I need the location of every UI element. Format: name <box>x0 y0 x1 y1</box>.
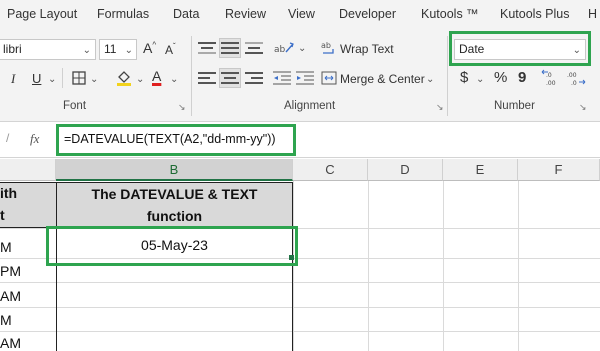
percent-button[interactable]: % <box>494 69 507 86</box>
align-left-icon[interactable] <box>198 70 216 86</box>
ribbon-tabs: Page Layout Formulas Data Review View De… <box>0 0 600 32</box>
header-cell-b1[interactable]: The DATEVALUE & TEXT function <box>56 182 293 228</box>
font-name-box[interactable]: libri ⌄ <box>0 39 96 60</box>
chevron-down-icon[interactable]: ⌄ <box>298 43 306 54</box>
grow-font-button[interactable]: A^ <box>143 40 156 56</box>
chevron-down-icon[interactable]: ⌄ <box>170 74 178 85</box>
divider <box>62 68 63 88</box>
dialog-launcher-icon[interactable]: ↘ <box>436 102 444 113</box>
cell-a4-fragment: AM <box>0 288 21 304</box>
chevron-down-icon[interactable]: ⌄ <box>48 74 56 85</box>
column-header-c[interactable]: C <box>293 159 368 181</box>
align-middle-icon[interactable] <box>219 38 241 58</box>
font-group-label: Font <box>63 100 87 112</box>
svg-text:.0: .0 <box>571 80 577 87</box>
tab-page-layout[interactable]: Page Layout <box>7 7 77 21</box>
tab-home[interactable]: H <box>588 7 597 21</box>
chevron-down-icon[interactable]: ⌄ <box>125 45 133 56</box>
result-highlight <box>46 226 298 266</box>
dialog-launcher-icon[interactable]: ↘ <box>178 102 186 113</box>
align-center-icon[interactable] <box>219 68 241 88</box>
wrap-text-icon[interactable]: ab <box>321 39 337 57</box>
divider <box>191 36 192 116</box>
chevron-down-icon[interactable]: ⌄ <box>426 74 434 85</box>
underline-button[interactable]: U <box>32 71 41 86</box>
chevron-down-icon[interactable]: ⌄ <box>90 74 98 85</box>
alignment-group-label: Alignment <box>284 100 336 112</box>
divider <box>447 36 448 116</box>
svg-text:ab: ab <box>274 45 286 55</box>
cell-a5-fragment: M <box>0 312 12 328</box>
wrap-text-button[interactable]: Wrap Text <box>340 42 394 56</box>
orientation-icon[interactable]: ab <box>273 39 295 57</box>
formula-highlight <box>56 124 296 156</box>
fill-handle[interactable] <box>289 255 294 260</box>
tab-view[interactable]: View <box>288 7 315 21</box>
merge-center-button[interactable]: Merge & Center <box>340 72 425 86</box>
formula-bar-divider-icon: / <box>6 131 10 145</box>
grid-line <box>368 181 369 351</box>
tab-data[interactable]: Data <box>173 7 199 21</box>
tab-review[interactable]: Review <box>225 7 266 21</box>
italic-button[interactable]: I <box>11 71 15 87</box>
font-name-value: libri <box>3 42 22 56</box>
cell-a1-fragment-2: t <box>0 207 5 223</box>
cell-a2-fragment: M <box>0 239 12 255</box>
svg-text:.0: .0 <box>546 72 552 79</box>
increase-decimal-icon[interactable]: .0.00 <box>540 68 562 88</box>
fill-color-icon[interactable] <box>114 68 134 88</box>
column-header-f[interactable]: F <box>518 159 600 181</box>
column-header-d[interactable]: D <box>368 159 443 181</box>
chevron-down-icon[interactable]: ⌄ <box>476 74 484 85</box>
font-size-value: 11 <box>104 42 117 56</box>
align-right-icon[interactable] <box>245 70 263 86</box>
number-group-label: Number <box>494 100 535 112</box>
merge-center-icon[interactable] <box>321 70 337 86</box>
tab-developer[interactable]: Developer <box>339 7 396 21</box>
decrease-indent-icon[interactable] <box>273 70 291 86</box>
tab-kutools-plus[interactable]: Kutools Plus <box>500 7 569 21</box>
cell-a3-fragment: PM <box>0 263 21 279</box>
decrease-decimal-icon[interactable]: .00.0 <box>565 68 587 88</box>
tab-formulas[interactable]: Formulas <box>97 7 149 21</box>
comma-style-button[interactable]: 9 <box>518 69 526 86</box>
borders-icon[interactable] <box>70 70 88 86</box>
tab-kutools[interactable]: Kutools ™ <box>421 7 479 21</box>
number-format-highlight <box>449 31 591 66</box>
fx-icon[interactable]: fx <box>30 131 39 147</box>
chevron-down-icon[interactable]: ⌄ <box>136 74 144 85</box>
currency-button[interactable]: $ <box>460 69 468 86</box>
chevron-down-icon[interactable]: ⌄ <box>83 45 91 56</box>
align-bottom-icon[interactable] <box>245 40 263 56</box>
column-header-a[interactable] <box>0 159 56 181</box>
cell-a1-fragment: ith <box>0 185 18 201</box>
grid-line <box>293 181 294 351</box>
font-color-button[interactable]: A <box>152 68 161 84</box>
font-size-box[interactable]: 11 ⌄ <box>99 39 137 60</box>
cell-a6-fragment: AM <box>0 335 21 351</box>
grid-line <box>443 181 444 351</box>
svg-text:ab: ab <box>321 41 331 50</box>
svg-text:.00: .00 <box>546 80 556 87</box>
increase-indent-icon[interactable] <box>296 70 314 86</box>
column-header-e[interactable]: E <box>443 159 518 181</box>
grid-line <box>518 181 519 351</box>
svg-text:.00: .00 <box>567 72 577 79</box>
shrink-font-button[interactable]: Aˇ <box>165 42 176 57</box>
align-top-icon[interactable] <box>198 40 216 56</box>
dialog-launcher-icon[interactable]: ↘ <box>579 102 587 113</box>
column-header-b[interactable]: B <box>56 159 293 181</box>
